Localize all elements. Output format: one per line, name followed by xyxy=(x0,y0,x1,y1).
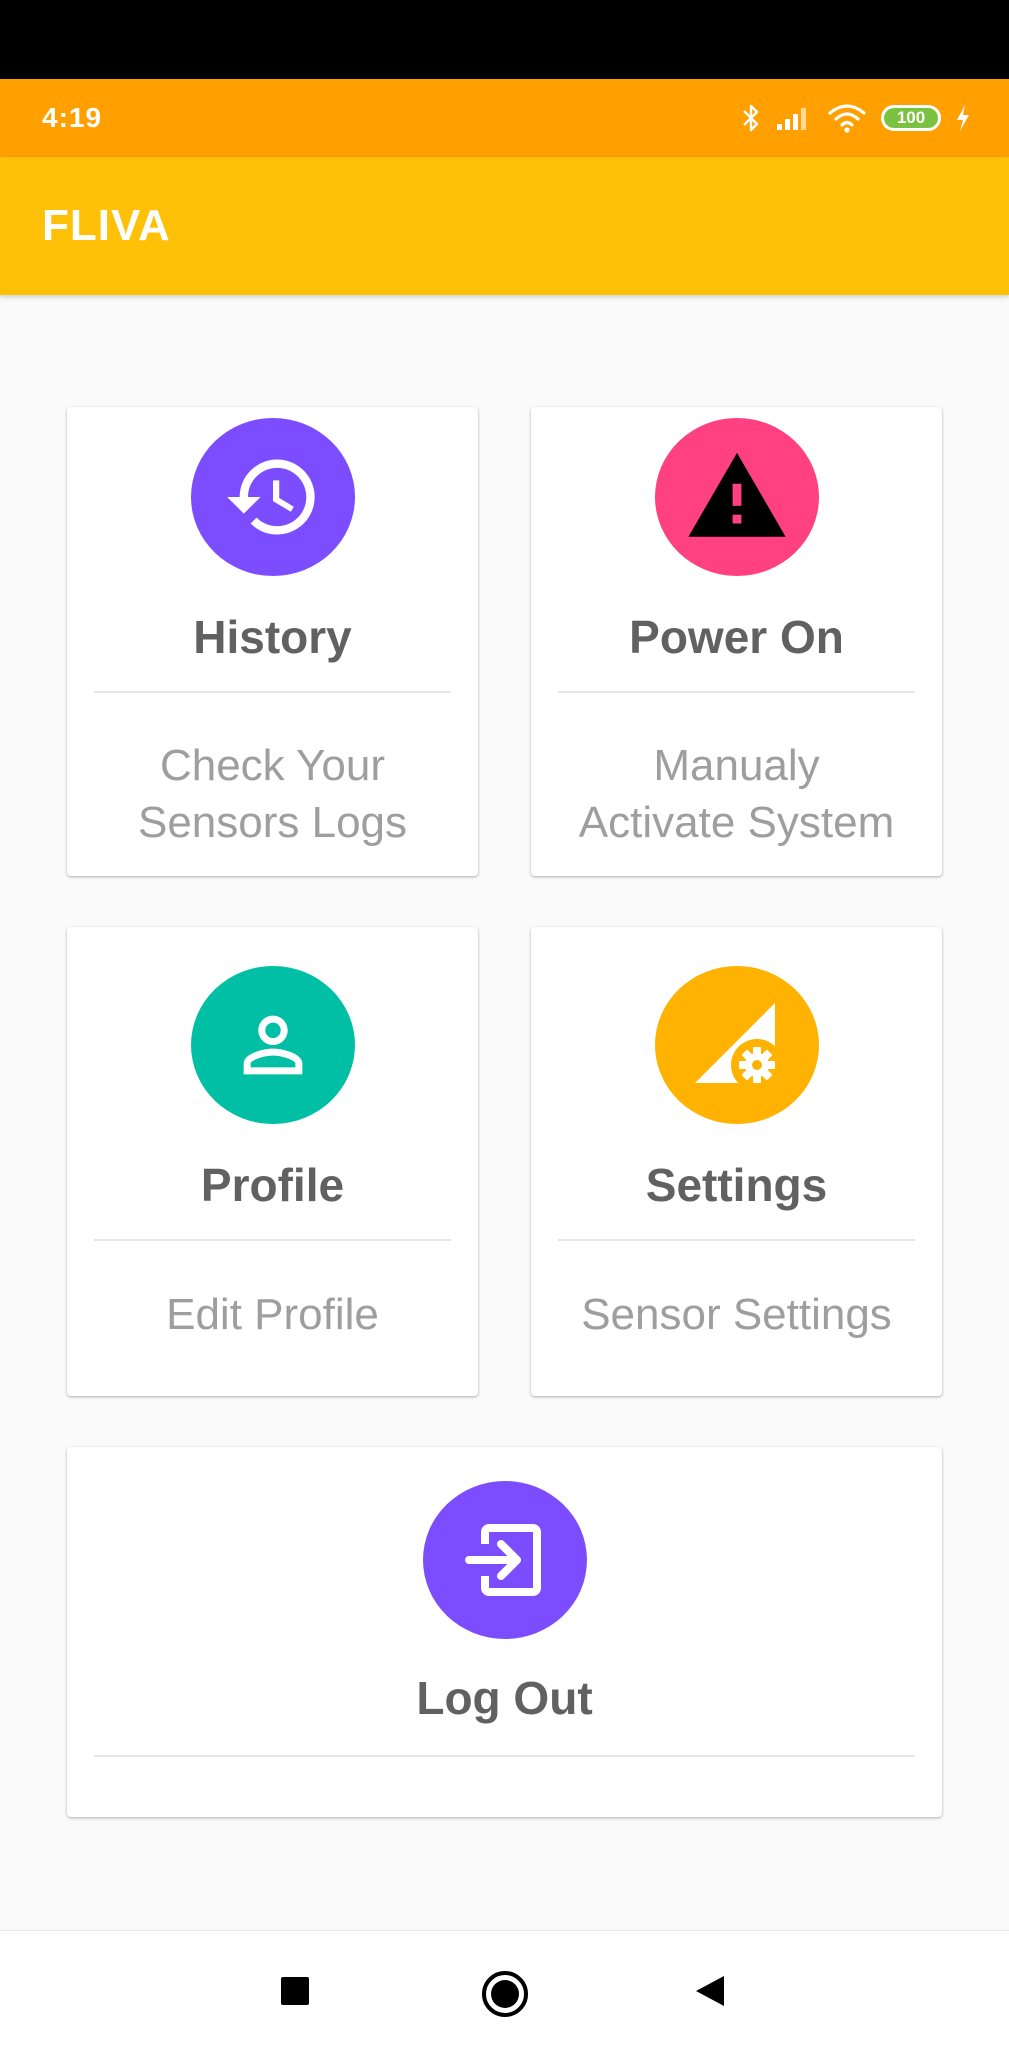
top-black-bar xyxy=(0,0,1009,79)
logout-title: Log Out xyxy=(416,1672,593,1724)
profile-card[interactable]: Profile Edit Profile xyxy=(67,927,478,1396)
history-icon xyxy=(226,459,315,535)
exit-icon xyxy=(464,1524,541,1596)
app-title: FLIVA xyxy=(42,201,171,250)
app-bar: FLIVA xyxy=(0,157,1009,295)
home-button[interactable] xyxy=(475,1964,535,2024)
charging-icon xyxy=(957,105,969,131)
back-button[interactable] xyxy=(685,1966,735,2016)
warning-icon-circle xyxy=(654,418,819,576)
settings-title: Settings xyxy=(645,1159,828,1211)
exit-icon-circle xyxy=(422,1481,587,1639)
recents-square-icon xyxy=(281,1977,309,2005)
power-on-title: Power On xyxy=(629,611,844,663)
power-on-subtitle-line2: Activate System xyxy=(578,798,895,847)
home-circle-icon xyxy=(482,1971,528,2017)
person-icon-circle xyxy=(190,966,355,1124)
settings-subtitle: Sensor Settings xyxy=(581,1290,892,1339)
history-subtitle-line1: Check Your xyxy=(159,741,386,790)
system-nav-bar xyxy=(0,1930,1009,2048)
signal-settings-icon xyxy=(694,1003,783,1091)
person-icon xyxy=(243,1015,302,1075)
warning-icon xyxy=(687,452,786,537)
power-on-subtitle-line1: Manualy xyxy=(653,741,820,790)
recents-button[interactable] xyxy=(270,1966,320,2016)
power-on-card[interactable]: Power On Manualy Activate System xyxy=(531,407,942,876)
history-icon-circle xyxy=(190,418,355,576)
profile-title: Profile xyxy=(200,1159,345,1211)
bluetooth-icon xyxy=(743,104,759,132)
logout-card[interactable]: Log Out xyxy=(67,1447,942,1817)
card-divider xyxy=(94,1239,451,1241)
card-divider xyxy=(94,691,451,693)
wifi-icon xyxy=(828,104,866,133)
status-time: 4:19 xyxy=(42,102,103,133)
history-title: History xyxy=(193,611,352,663)
status-bar: 4:19 100 xyxy=(0,79,1009,157)
settings-icon-circle xyxy=(654,966,819,1124)
back-triangle-icon xyxy=(696,1976,724,2006)
settings-card[interactable]: Settings Sensor Settings xyxy=(531,927,942,1396)
card-divider xyxy=(558,691,915,693)
battery-icon: 100 xyxy=(881,105,941,131)
history-card[interactable]: History Check Your Sensors Logs xyxy=(67,407,478,876)
signal-icon xyxy=(777,108,806,130)
status-icons: 100 xyxy=(741,103,971,133)
card-divider xyxy=(94,1755,915,1757)
profile-subtitle: Edit Profile xyxy=(166,1290,379,1339)
history-subtitle-line2: Sensors Logs xyxy=(137,798,408,847)
card-divider xyxy=(558,1239,915,1241)
